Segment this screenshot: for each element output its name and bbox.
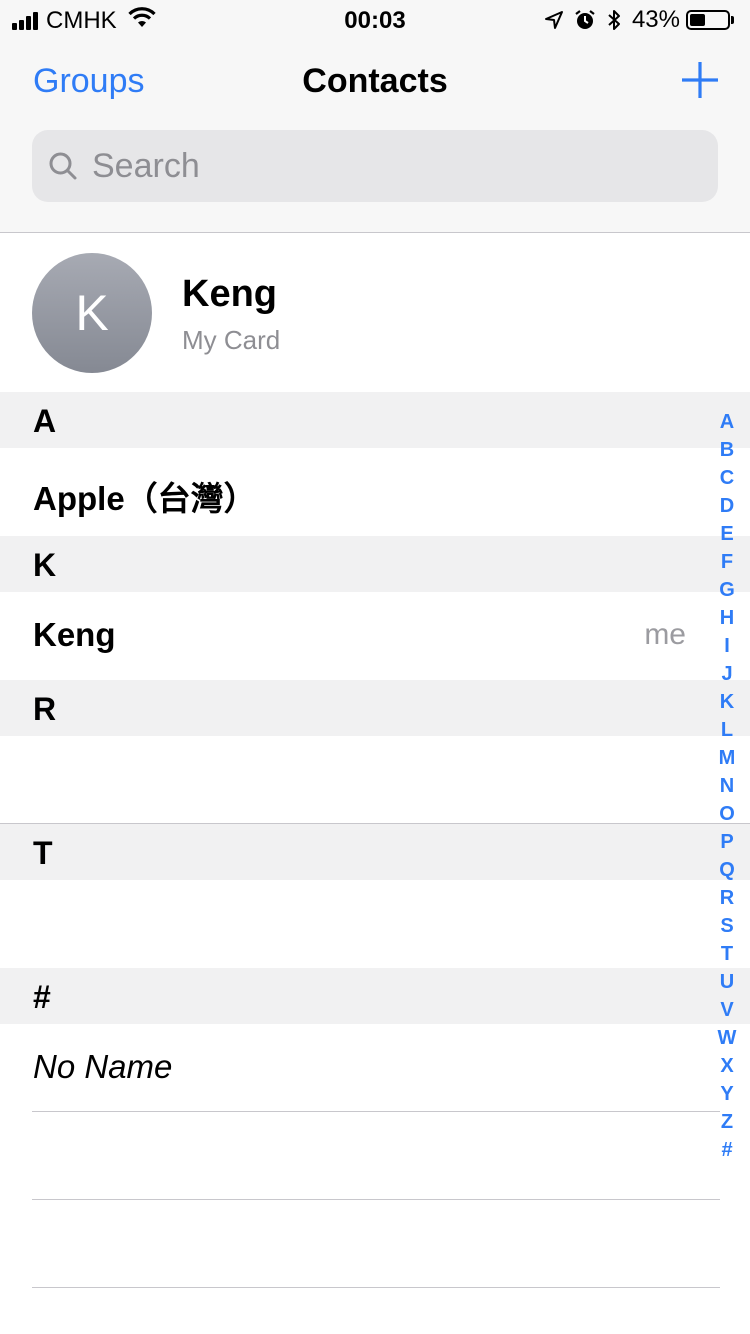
alarm-icon bbox=[574, 9, 596, 31]
index-letter[interactable]: T bbox=[712, 940, 742, 968]
index-letter[interactable]: S bbox=[712, 912, 742, 940]
my-card[interactable]: K Keng My Card bbox=[0, 233, 750, 391]
page-title: Contacts bbox=[302, 62, 448, 100]
contact-row[interactable]: Keng me bbox=[0, 592, 750, 680]
navigation-bar: Groups Contacts Search bbox=[0, 40, 750, 233]
section-header-r: R bbox=[0, 680, 750, 736]
index-letter[interactable]: N bbox=[712, 772, 742, 800]
battery-percent: 43% bbox=[631, 6, 680, 33]
index-letter[interactable]: W bbox=[712, 1024, 742, 1052]
status-right: 43% bbox=[534, 6, 734, 34]
section-index[interactable]: A B C D E F G H I J K L M N O P Q R S T U V W X Y Z # bbox=[712, 408, 742, 1164]
section-header-k: K bbox=[0, 536, 750, 592]
me-label: me bbox=[644, 618, 686, 651]
battery-icon bbox=[686, 10, 730, 30]
index-letter[interactable]: M bbox=[712, 744, 742, 772]
index-letter[interactable]: V bbox=[712, 996, 742, 1024]
divider bbox=[32, 1287, 720, 1288]
section-header-t: T bbox=[0, 824, 750, 880]
contact-name: Apple（台灣） bbox=[33, 480, 257, 517]
contact-row[interactable] bbox=[0, 880, 750, 968]
index-letter[interactable]: C bbox=[712, 464, 742, 492]
my-card-name: Keng bbox=[182, 273, 277, 315]
index-letter[interactable]: E bbox=[712, 520, 742, 548]
index-letter[interactable]: R bbox=[712, 884, 742, 912]
index-letter[interactable]: A bbox=[712, 408, 742, 436]
index-letter[interactable]: D bbox=[712, 492, 742, 520]
battery-fill bbox=[690, 14, 705, 26]
index-letter[interactable]: H bbox=[712, 604, 742, 632]
search-input[interactable]: Search bbox=[32, 130, 718, 202]
index-letter[interactable]: K bbox=[712, 688, 742, 716]
index-letter[interactable]: I bbox=[712, 632, 742, 660]
index-letter[interactable]: J bbox=[712, 660, 742, 688]
index-letter[interactable]: Q bbox=[712, 856, 742, 884]
plus-icon[interactable] bbox=[680, 60, 720, 100]
index-letter[interactable]: X bbox=[712, 1052, 742, 1080]
status-bar: CMHK 00:03 43% bbox=[0, 0, 750, 40]
section-header-a: A bbox=[0, 392, 750, 448]
index-letter[interactable]: # bbox=[712, 1136, 742, 1164]
section-header-hash: # bbox=[0, 968, 750, 1024]
index-letter[interactable]: Y bbox=[712, 1080, 742, 1108]
battery-cap bbox=[731, 16, 734, 24]
contact-row[interactable]: No Name bbox=[0, 1024, 750, 1112]
contact-name: No Name bbox=[33, 1048, 173, 1085]
index-letter[interactable]: U bbox=[712, 968, 742, 996]
index-letter[interactable]: G bbox=[712, 576, 742, 604]
search-icon bbox=[49, 152, 77, 180]
index-letter[interactable]: O bbox=[712, 800, 742, 828]
contact-row[interactable]: Apple（台灣） bbox=[0, 448, 750, 536]
index-letter[interactable]: L bbox=[712, 716, 742, 744]
contact-row[interactable] bbox=[0, 1112, 750, 1200]
avatar: K bbox=[32, 253, 152, 373]
index-letter[interactable]: Z bbox=[712, 1108, 742, 1136]
contact-row[interactable] bbox=[0, 736, 750, 824]
my-card-subtitle: My Card bbox=[182, 325, 281, 355]
contact-name: Keng bbox=[33, 616, 116, 653]
bluetooth-icon bbox=[606, 8, 622, 32]
location-arrow-icon bbox=[544, 10, 564, 30]
search-placeholder: Search bbox=[92, 146, 200, 185]
index-letter[interactable]: F bbox=[712, 548, 742, 576]
contact-row[interactable] bbox=[0, 1200, 750, 1288]
index-letter[interactable]: B bbox=[712, 436, 742, 464]
index-letter[interactable]: P bbox=[712, 828, 742, 856]
